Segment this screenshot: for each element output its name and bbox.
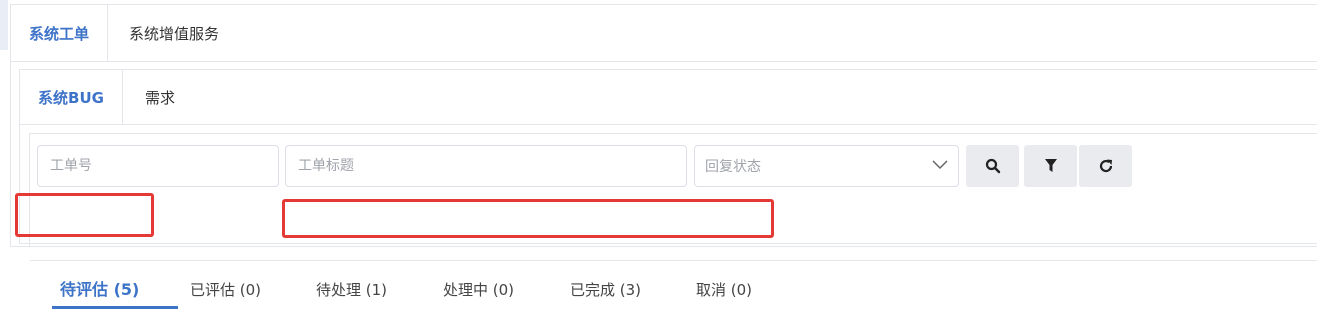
tab-label: 系统BUG <box>38 88 104 107</box>
status-tab-pending-processing[interactable]: 待处理 (1) <box>316 279 387 300</box>
tab-label: 系统增值服务 <box>128 24 219 43</box>
filter-area: 回复状态 <box>29 133 1317 309</box>
ticket-number-input[interactable] <box>48 157 278 175</box>
chevron-down-icon <box>932 160 948 170</box>
inner-tabbar: 系统BUG 需求 <box>20 70 1317 125</box>
refresh-button[interactable] <box>1079 145 1132 187</box>
filter-button[interactable] <box>1024 145 1077 187</box>
reply-status-select[interactable]: 回复状态 <box>694 145 959 187</box>
status-tab-evaluated[interactable]: 已评估 (0) <box>190 279 261 300</box>
outer-tabbar: 系统工单 系统增值服务 <box>11 5 1317 62</box>
reply-status-placeholder: 回复状态 <box>705 159 761 175</box>
tab-label: 系统工单 <box>28 24 89 43</box>
tab-system-value-added-service[interactable]: 系统增值服务 <box>108 5 240 61</box>
search-icon <box>985 158 1000 174</box>
filter-icon <box>1044 159 1057 172</box>
status-tab-bar: 待评估 (5) 已评估 (0) 待处理 (1) 处理中 (0) 已完成 (3) … <box>30 260 1317 309</box>
status-tab-completed[interactable]: 已完成 (3) <box>570 279 641 300</box>
outer-tab-panel: 系统工单 系统增值服务 系统BUG 需求 回复状态 <box>10 4 1317 309</box>
search-button[interactable] <box>966 145 1019 187</box>
tab-system-ticket[interactable]: 系统工单 <box>11 5 108 61</box>
status-tab-processing[interactable]: 处理中 (0) <box>443 279 514 300</box>
tab-label: 需求 <box>144 88 175 107</box>
status-tab-pending-evaluation[interactable]: 待评估 (5) <box>60 276 139 300</box>
ticket-title-field[interactable] <box>285 145 687 187</box>
refresh-icon <box>1099 159 1112 173</box>
left-edge-strip <box>0 0 8 50</box>
ticket-number-field[interactable] <box>37 145 279 187</box>
tab-system-bug[interactable]: 系统BUG <box>20 70 123 124</box>
inner-tab-panel: 系统BUG 需求 回复状态 <box>19 69 1317 309</box>
tab-requirement[interactable]: 需求 <box>123 70 197 124</box>
ticket-title-input[interactable] <box>296 157 686 175</box>
status-tab-cancelled[interactable]: 取消 (0) <box>696 279 752 300</box>
